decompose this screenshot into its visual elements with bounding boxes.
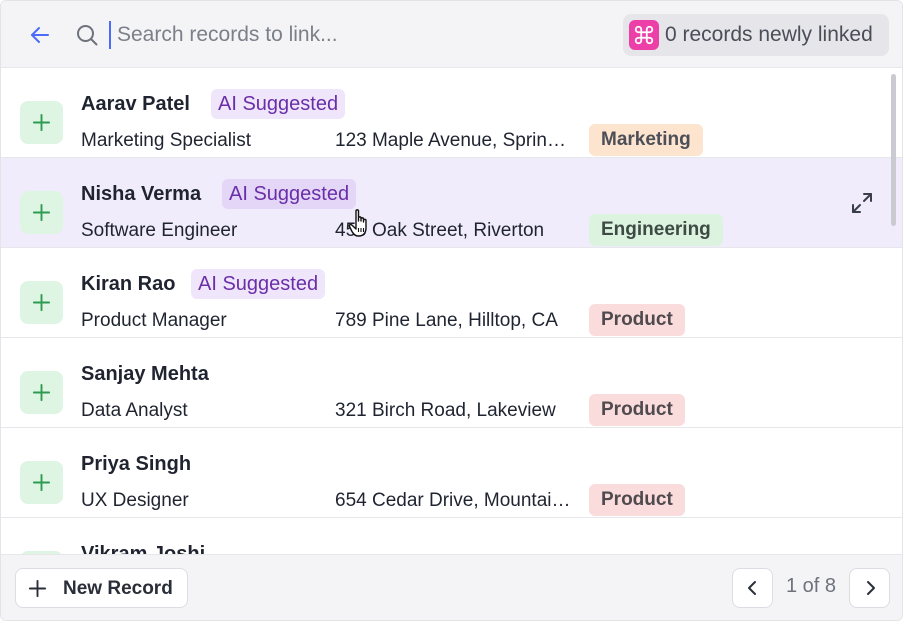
plus-icon [32,383,51,402]
page-indicator: 1 of 8 [785,575,837,597]
link-record-button[interactable] [20,101,63,144]
record-address: 123 Maple Avenue, Springfield [335,130,571,151]
header: 0 records newly linked [1,1,902,68]
department-tag: Marketing [589,124,703,156]
link-record-button[interactable] [20,371,63,414]
chevron-left-icon [748,581,756,595]
record-row[interactable]: Kiran Rao AI Suggested Product Manager 7… [1,248,902,338]
department-tag: Product [589,304,685,336]
record-link-dialog: 0 records newly linked Aarav Patel AI Su… [0,0,903,621]
record-role: Data Analyst [81,400,188,421]
department-tag: Engineering [589,214,723,246]
plus-icon [32,113,51,132]
linked-count-badge: 0 records newly linked [623,14,889,56]
record-address: 654 Cedar Drive, Mountain View [335,490,571,511]
record-name: Nisha Verma [81,183,202,205]
new-record-button[interactable]: New Record [15,568,188,608]
chevron-right-icon [867,581,875,595]
record-role: UX Designer [81,490,189,511]
linked-count-text: 0 records newly linked [665,23,873,46]
record-address: 456 Oak Street, Riverton [335,220,545,241]
department-tag: Product [589,484,685,516]
record-name: Priya Singh [81,453,192,475]
plus-icon [32,203,51,222]
ai-suggested-badge: AI Suggested [222,179,357,209]
record-role: Product Manager [81,310,227,331]
search-icon [75,23,99,47]
arrow-left-icon [31,27,49,43]
ai-suggested-badge: AI Suggested [191,269,326,299]
record-list: Aarav Patel AI Suggested Marketing Speci… [1,68,902,554]
new-record-label: New Record [63,578,173,599]
department-tag: Product [589,394,685,426]
back-button[interactable] [28,23,52,47]
expand-icon[interactable] [850,191,874,215]
record-name: Sanjay Mehta [81,363,209,385]
search-input[interactable] [117,19,577,51]
text-caret [109,21,111,49]
scrollbar-thumb[interactable] [891,74,896,226]
record-name: Vikram Joshi [81,543,206,554]
record-row[interactable]: Priya Singh UX Designer 654 Cedar Drive,… [1,428,902,518]
plus-icon [32,473,51,492]
command-icon [629,20,659,50]
record-address: 321 Birch Road, Lakeview [335,400,556,421]
record-address: 789 Pine Lane, Hilltop, CA [335,310,558,331]
link-record-button[interactable] [20,281,63,324]
record-name: Kiran Rao [81,273,176,295]
record-row[interactable]: Nisha Verma AI Suggested Software Engine… [1,158,902,248]
record-name: Aarav Patel [81,93,190,115]
record-row[interactable]: Vikram Joshi [1,518,902,554]
record-row[interactable]: Aarav Patel AI Suggested Marketing Speci… [1,68,902,158]
previous-page-button[interactable] [732,568,773,608]
plus-icon [32,293,51,312]
link-record-button[interactable] [20,461,63,504]
record-role: Software Engineer [81,220,238,241]
link-record-button[interactable] [20,191,63,234]
plus-icon [28,579,47,598]
ai-suggested-badge: AI Suggested [211,89,346,119]
record-row[interactable]: Sanjay Mehta Data Analyst 321 Birch Road… [1,338,902,428]
next-page-button[interactable] [849,568,890,608]
record-role: Marketing Specialist [81,130,252,151]
footer: New Record 1 of 8 [1,554,902,620]
